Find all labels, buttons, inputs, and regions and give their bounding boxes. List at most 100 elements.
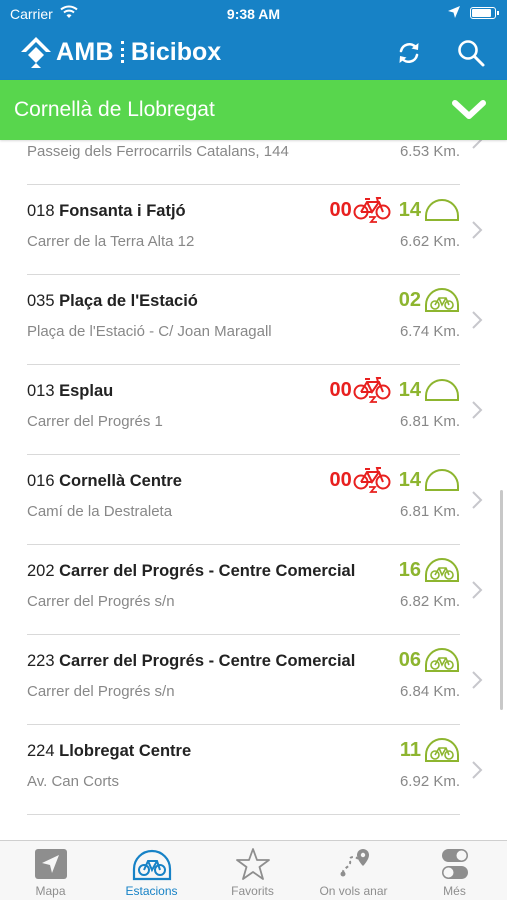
slots-count: 02 [398,288,421,311]
station-number: 224 [27,742,55,760]
star-icon [235,848,270,880]
toggles-icon [441,849,468,879]
availability: 00 14 [330,375,461,405]
amb-logo-icon [21,37,51,68]
clock: 9:38 AM [226,6,281,22]
station-name: Carrer del Progrés - Centre Comercial I [59,652,357,670]
station-address: Camí de la Destraleta [27,503,173,520]
station-row[interactable]: 035 Plaça de l'Estació 02 Plaça de l'Est… [0,275,490,365]
status-bar: Carrier 9:38 AM [0,0,507,28]
station-name: Esplau [59,382,114,400]
tab-mapa[interactable]: Mapa [0,841,101,901]
station-title: 223 Carrer del Progrés - Centre Comercia… [27,652,357,671]
station-address: Carrer de la Terra Alta 12 [27,233,195,250]
station-name: Cornellà Centre [59,472,182,490]
city-selector[interactable]: Cornellà de Llobregat [0,80,507,140]
refresh-button[interactable] [394,38,424,68]
station-distance: 6.82 Km. [399,593,460,610]
empty-dock-icon [425,199,459,221]
slots-count: 16 [398,558,421,581]
station-list[interactable]: Passeig dels Ferrocarrils Catalans, 144 … [0,140,507,840]
station-address: Plaça de l'Estació - C/ Joan Maragall [27,323,272,340]
station-name: Llobregat Centre [59,742,192,760]
slots-count: 14 [398,468,421,491]
station-name: Fonsanta i Fatjó [59,202,186,220]
station-number: 013 [27,382,55,400]
station-address: Carrer del Progrés s/n [27,593,175,610]
station-distance: 6.81 Km. [399,413,460,430]
availability: 02 [391,285,460,315]
station-name: Carrer del Progrés - Centre Comercial I [59,562,357,580]
availability: 00 14 [330,465,461,495]
dock-bike-icon [425,648,459,672]
station-title: 224 Llobregat Centre [27,742,387,761]
empty-dock-icon [425,379,459,401]
station-number: 202 [27,562,55,580]
tab-label: On vols anar [319,884,388,898]
electric-bike-icon [353,377,391,403]
tab-favorits[interactable]: Favorits [202,841,303,901]
navigation-bar: Carrier 9:38 AM AMB Bicibox [0,0,507,80]
tab-label: Estacions [125,884,178,898]
row-divider [27,814,460,815]
station-distance: 6.74 Km. [399,323,460,340]
availability: 06 [391,645,460,675]
dock-bike-icon [425,558,459,582]
station-row[interactable]: 018 Fonsanta i Fatjó 00 14 Carrer de la … [0,185,490,275]
slots-count: 14 [398,378,421,401]
tab-label: Mapa [35,884,66,898]
station-row[interactable]: 013 Esplau 00 14 Carrer del Progrés 1 6.… [0,365,490,455]
bikes-count: 00 [329,468,352,491]
chevron-right-icon [472,311,483,329]
station-address: Carrer del Progrés 1 [27,413,163,430]
bikes-count: 00 [329,378,352,401]
location-arrow-icon [448,6,460,18]
route-icon [340,849,369,877]
app-logo: AMB Bicibox [20,36,221,68]
bikes-count: 00 [329,198,352,221]
station-address: Carrer del Progrés s/n [27,683,175,700]
station-address: Passeig dels Ferrocarrils Catalans, 144 [27,143,289,160]
city-name: Cornellà de Llobregat [14,98,215,121]
brand-separator [120,41,124,63]
empty-dock-icon [425,469,459,491]
station-distance: 6.92 Km. [399,773,460,790]
station-distance: 6.81 Km. [399,503,460,520]
dock-bike-icon [425,738,459,762]
station-distance: 6.62 Km. [399,233,460,250]
station-number: 016 [27,472,55,490]
scrollbar[interactable] [500,490,503,710]
station-distance: 6.53 Km. [399,143,460,160]
electric-bike-icon [353,467,391,493]
slots-count: 06 [398,648,421,671]
map-icon [34,849,67,879]
slots-count: 11 [399,738,421,761]
bike-station-icon [132,849,171,881]
station-row[interactable]: 224 Llobregat Centre 11 Av. Can Corts 6.… [0,725,490,815]
station-row[interactable]: Passeig dels Ferrocarrils Catalans, 144 … [0,140,490,185]
brand-bicibox: Bicibox [130,37,222,66]
station-row[interactable]: 202 Carrer del Progrés - Centre Comercia… [0,545,490,635]
station-number: 035 [27,292,55,310]
station-row[interactable]: 223 Carrer del Progrés - Centre Comercia… [0,635,490,725]
station-row[interactable]: 016 Cornellà Centre 00 14 Camí de la Des… [0,455,490,545]
search-button[interactable] [456,38,486,68]
tab-estacions[interactable]: Estacions [101,841,202,901]
chevron-right-icon [472,491,483,509]
dock-bike-icon [425,288,459,312]
station-name: Plaça de l'Estació [59,292,198,310]
chevron-right-icon [472,221,483,239]
battery-icon [470,7,499,19]
tab-mes[interactable]: Més [404,841,505,901]
station-title: 035 Plaça de l'Estació [27,292,387,311]
chevron-right-icon [472,761,483,779]
tab-label: Favorits [231,884,274,898]
availability: 00 14 [330,195,461,225]
station-title: 202 Carrer del Progrés - Centre Comercia… [27,562,357,581]
station-number: 018 [27,202,55,220]
chevron-down-icon[interactable] [451,99,487,121]
tab-on-vols-anar[interactable]: On vols anar [303,841,404,901]
chevron-right-icon [472,581,483,599]
availability: 11 [392,735,460,765]
chevron-right-icon [472,671,483,689]
